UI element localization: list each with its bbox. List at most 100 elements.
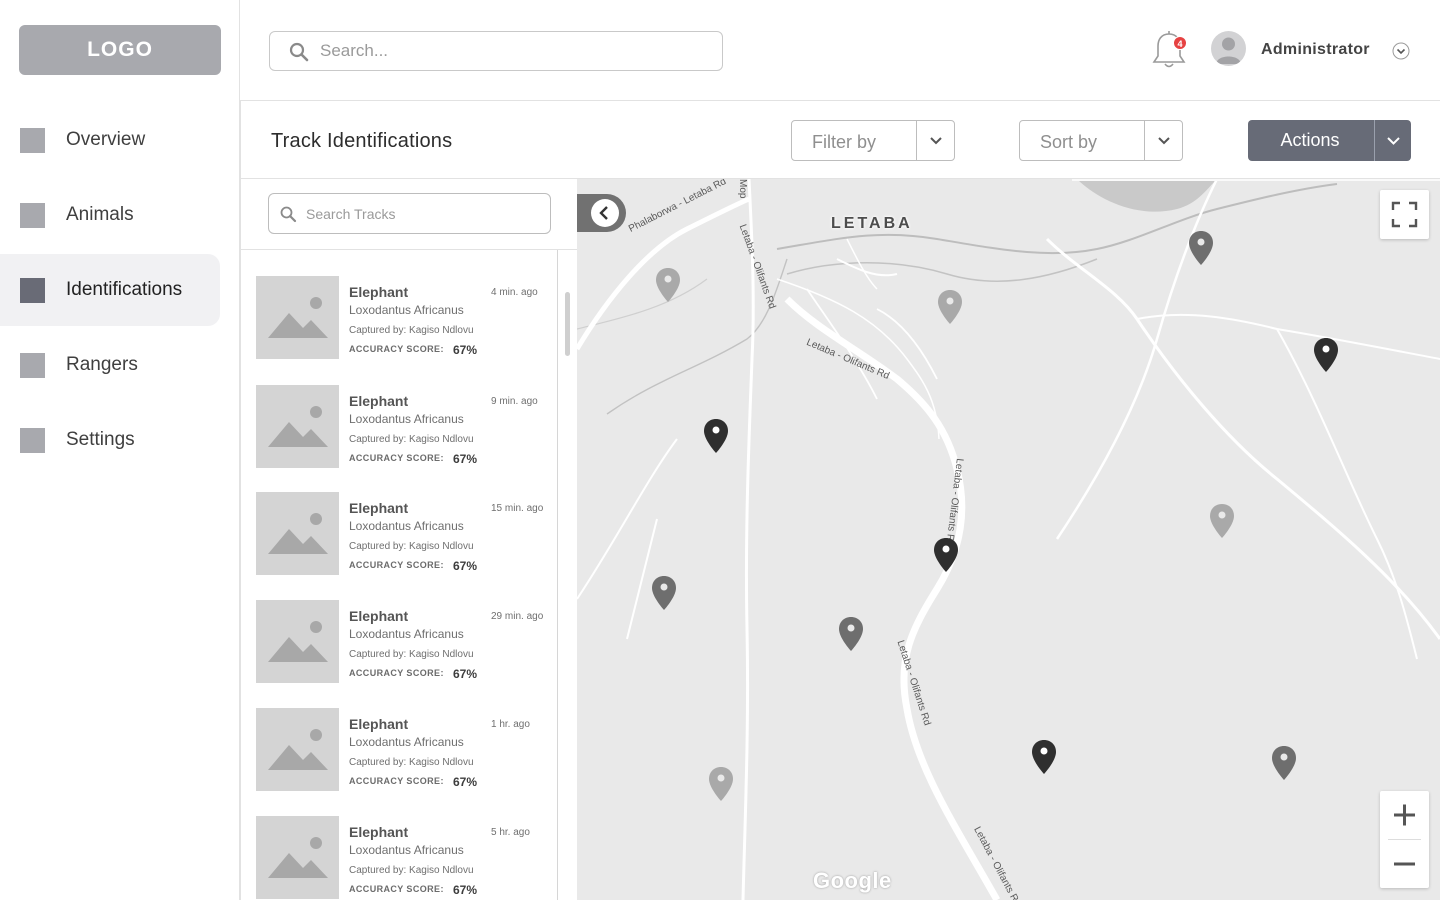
track-time: 5 hr. ago bbox=[491, 827, 530, 838]
map-pin-icon[interactable] bbox=[1313, 337, 1339, 373]
sidebar: LOGO Overview Animals Identifications Ra… bbox=[0, 0, 240, 900]
list-item[interactable]: Elephant Loxodantus Africanus Captured b… bbox=[256, 816, 556, 900]
road-label: Mop bbox=[737, 179, 748, 199]
tracks-panel: Elephant Loxodantus Africanus Captured b… bbox=[240, 179, 578, 900]
track-species: Loxodantus Africanus bbox=[349, 303, 464, 317]
zoom-in-button[interactable] bbox=[1380, 791, 1429, 839]
accuracy-label: ACCURACY SCORE: bbox=[349, 776, 444, 786]
map-pin-icon[interactable] bbox=[838, 616, 864, 652]
map-pin-icon[interactable] bbox=[1271, 745, 1297, 781]
map[interactable]: LETABA Phalaborwa - Letaba Rd Letaba - O… bbox=[577, 179, 1440, 900]
track-name: Elephant bbox=[349, 824, 409, 840]
user-name[interactable]: Administrator bbox=[1261, 41, 1370, 59]
map-pin-icon[interactable] bbox=[1209, 503, 1235, 539]
filter-toggle[interactable] bbox=[916, 121, 954, 160]
map-pin-icon[interactable] bbox=[651, 575, 677, 611]
map-pin-icon[interactable] bbox=[937, 289, 963, 325]
track-species: Loxodantus Africanus bbox=[349, 735, 464, 749]
zoom-out-button[interactable] bbox=[1380, 840, 1429, 888]
sort-toggle[interactable] bbox=[1144, 121, 1182, 160]
map-pin-icon[interactable] bbox=[708, 766, 734, 802]
actions-button[interactable]: Actions bbox=[1248, 120, 1372, 161]
track-captured-by: Captured by: Kagiso Ndlovu bbox=[349, 757, 474, 768]
list-item[interactable]: Elephant Loxodantus Africanus Captured b… bbox=[256, 708, 556, 792]
accuracy-score: 67% bbox=[453, 883, 478, 897]
accuracy-label: ACCURACY SCORE: bbox=[349, 560, 444, 570]
notification-badge: 4 bbox=[1173, 36, 1187, 50]
identifications-icon bbox=[20, 277, 45, 303]
map-roads bbox=[577, 179, 1440, 900]
sidebar-item-identifications[interactable]: Identifications bbox=[0, 254, 220, 326]
track-name: Elephant bbox=[349, 716, 409, 732]
actions-split-button: Actions bbox=[1248, 120, 1411, 161]
list-item[interactable]: Elephant Loxodantus Africanus Captured b… bbox=[256, 385, 556, 469]
track-time: 1 hr. ago bbox=[491, 719, 530, 730]
sidebar-item-overview[interactable]: Overview bbox=[0, 104, 220, 176]
track-captured-by: Captured by: Kagiso Ndlovu bbox=[349, 865, 474, 876]
track-captured-by: Captured by: Kagiso Ndlovu bbox=[349, 649, 474, 660]
sidebar-item-animals[interactable]: Animals bbox=[0, 179, 220, 251]
track-species: Loxodantus Africanus bbox=[349, 519, 464, 533]
track-species: Loxodantus Africanus bbox=[349, 412, 464, 426]
chevron-down-icon[interactable] bbox=[1392, 42, 1410, 60]
sidebar-item-settings[interactable]: Settings bbox=[0, 404, 220, 476]
map-pin-icon[interactable] bbox=[1031, 739, 1057, 775]
top-bar bbox=[240, 0, 1440, 101]
map-pin-icon[interactable] bbox=[1188, 230, 1214, 266]
track-list[interactable]: Elephant Loxodantus Africanus Captured b… bbox=[241, 250, 558, 900]
map-town-label: LETABA bbox=[831, 215, 913, 232]
list-item[interactable]: Elephant Loxodantus Africanus Captured b… bbox=[256, 276, 556, 360]
avatar[interactable] bbox=[1211, 31, 1246, 66]
filter-dropdown[interactable]: Filter by bbox=[791, 120, 955, 161]
image-placeholder-icon bbox=[256, 492, 339, 575]
track-captured-by: Captured by: Kagiso Ndlovu bbox=[349, 434, 474, 445]
search-input[interactable] bbox=[320, 32, 710, 70]
chevron-left-icon bbox=[599, 206, 608, 220]
user-icon bbox=[1216, 37, 1241, 64]
fullscreen-button[interactable] bbox=[1380, 190, 1429, 239]
list-item[interactable]: Elephant Loxodantus Africanus Captured b… bbox=[256, 600, 556, 684]
minus-icon bbox=[1394, 862, 1415, 866]
track-captured-by: Captured by: Kagiso Ndlovu bbox=[349, 325, 474, 336]
global-search[interactable] bbox=[269, 31, 723, 71]
accuracy-score: 67% bbox=[453, 559, 478, 573]
sort-label: Sort by bbox=[1040, 132, 1098, 152]
sidebar-item-label: Overview bbox=[66, 129, 146, 150]
map-pin-icon[interactable] bbox=[703, 418, 729, 454]
logo[interactable]: LOGO bbox=[19, 25, 221, 75]
list-item[interactable]: Elephant Loxodantus Africanus Captured b… bbox=[256, 492, 556, 576]
fullscreen-icon bbox=[1391, 201, 1418, 228]
sidebar-item-rangers[interactable]: Rangers bbox=[0, 329, 220, 401]
map-pin-icon[interactable] bbox=[655, 267, 681, 303]
plus-icon bbox=[1394, 804, 1415, 826]
bell-icon[interactable] bbox=[1149, 29, 1189, 73]
page-title: Track Identifications bbox=[271, 130, 453, 152]
track-time: 9 min. ago bbox=[491, 396, 538, 407]
scrollbar[interactable] bbox=[565, 292, 570, 356]
accuracy-score: 67% bbox=[453, 775, 478, 789]
track-species: Loxodantus Africanus bbox=[349, 627, 464, 641]
zoom-controls bbox=[1380, 791, 1429, 888]
tracks-search[interactable] bbox=[268, 193, 551, 234]
track-captured-by: Captured by: Kagiso Ndlovu bbox=[349, 541, 474, 552]
sidebar-item-label: Rangers bbox=[66, 354, 138, 375]
chevron-down-icon bbox=[1387, 137, 1400, 145]
track-species: Loxodantus Africanus bbox=[349, 843, 464, 857]
accuracy-score: 67% bbox=[453, 343, 478, 357]
actions-menu-toggle[interactable] bbox=[1374, 120, 1411, 161]
map-pin-icon[interactable] bbox=[933, 537, 959, 573]
rangers-icon bbox=[20, 352, 45, 378]
accuracy-label: ACCURACY SCORE: bbox=[349, 668, 444, 678]
accuracy-score: 67% bbox=[453, 667, 478, 681]
track-time: 4 min. ago bbox=[491, 287, 538, 298]
track-name: Elephant bbox=[349, 608, 409, 624]
sort-dropdown[interactable]: Sort by bbox=[1019, 120, 1183, 161]
sidebar-item-label: Animals bbox=[66, 204, 134, 225]
accuracy-label: ACCURACY SCORE: bbox=[349, 453, 444, 463]
chevron-down-icon bbox=[1158, 137, 1170, 145]
track-time: 15 min. ago bbox=[491, 503, 544, 514]
tracks-search-input[interactable] bbox=[306, 194, 536, 233]
collapse-panel-button[interactable] bbox=[577, 194, 626, 232]
tracks-search-bar bbox=[241, 179, 578, 250]
image-placeholder-icon bbox=[256, 600, 339, 683]
